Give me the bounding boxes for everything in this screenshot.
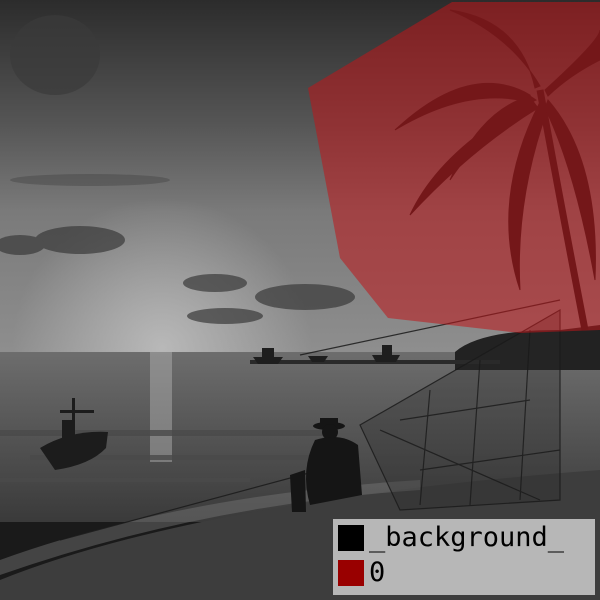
legend-label-background: _background_ bbox=[369, 522, 565, 553]
legend-item-0: 0 bbox=[338, 559, 385, 587]
legend-item-background: _background_ bbox=[338, 524, 564, 552]
legend-swatch-0 bbox=[338, 560, 364, 586]
legend-swatch-background bbox=[338, 525, 364, 551]
legend: _background_ 0 bbox=[333, 519, 595, 595]
beach-photo bbox=[0, 0, 600, 600]
legend-label-0: 0 bbox=[369, 557, 386, 588]
segmentation-overlay-image: _background_ 0 bbox=[0, 0, 600, 600]
